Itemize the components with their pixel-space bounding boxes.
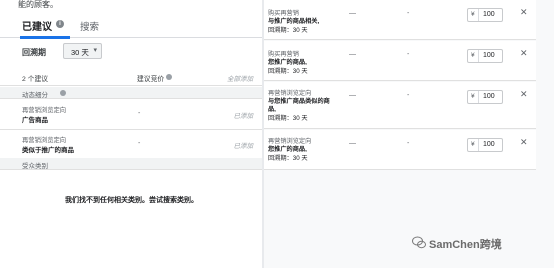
metric-value: — (349, 140, 356, 147)
target-name: 与您推广商品类似的商 (268, 98, 330, 105)
add-all-link[interactable]: 全部添加 (227, 73, 253, 83)
target-name: 您推广的商品, (268, 146, 307, 153)
target-card: 购买再营销 与推广的商品相关, 回溯期：30 天 — - ¥ 100 ✕ (264, 0, 536, 40)
target-name-cont: 品, (268, 106, 276, 113)
item-added-status: 已添加 (233, 143, 254, 150)
app-root: 能的顾客。 已建议 i 搜索 回溯期 30 天 ▾ 2 个建议 建议竞价 全部添… (0, 0, 554, 268)
active-tab-indicator (20, 36, 70, 39)
bid-input[interactable]: ¥ 100 (467, 8, 503, 22)
input-separator (478, 50, 479, 62)
target-lookback: 回溯期：30 天 (268, 155, 308, 162)
item-added-status: 已添加 (233, 113, 254, 120)
metric-value: — (349, 51, 356, 58)
item-bid: - (138, 140, 141, 147)
tab-bar: 已建议 i 搜索 (0, 14, 263, 39)
target-lookback: 回溯期：30 天 (268, 115, 308, 122)
watermark: SamChen跨境 (429, 239, 502, 251)
target-name: 您推广的商品, (268, 59, 307, 66)
list-item: 再营销浏览定向 广告商品 - 已添加 (0, 100, 263, 130)
target-card: 再营销浏览定向 与您推广商品类似的商 品, 回溯期：30 天 — - ¥ 100… (264, 82, 536, 129)
close-icon[interactable]: ✕ (520, 48, 528, 59)
section-dynamic-segments: 动态细分 (0, 87, 263, 99)
suggestions-header: 2 个建议 建议竞价 全部添加 (0, 69, 263, 86)
bid-input[interactable]: ¥ 100 (467, 49, 503, 63)
lookback-label: 回溯期 (22, 48, 46, 57)
section-label: 受众类别 (22, 163, 48, 170)
list-item: 再营销浏览定向 类似于推广的商品 - 已添加 (0, 130, 263, 160)
item-type: 再营销浏览定向 (22, 137, 67, 144)
currency-symbol: ¥ (471, 93, 475, 100)
bid-value: 100 (483, 11, 495, 18)
wechat-icon (412, 236, 426, 249)
chevron-down-icon: ▾ (93, 47, 97, 54)
info-icon[interactable] (60, 90, 66, 96)
target-card: 再营销浏览定向 您推广的商品, 回溯期：30 天 — - ¥ 100 ✕ (264, 130, 536, 170)
item-bid: - (138, 110, 141, 117)
tab-search[interactable]: 搜索 (80, 19, 99, 33)
section-audience-categories: 受众类别 (0, 158, 263, 170)
suggested-bid-header: 建议竞价 (137, 76, 165, 83)
input-separator (478, 9, 479, 21)
item-name: 类似于推广的商品 (22, 147, 74, 154)
target-lookback: 回溯期：30 天 (268, 68, 308, 75)
suggestion-count: 2 个建议 (22, 76, 49, 83)
target-name: 与推广的商品相关, (268, 18, 320, 25)
metric-value: - (407, 92, 410, 99)
currency-symbol: ¥ (471, 11, 475, 18)
close-icon[interactable]: ✕ (520, 137, 528, 148)
added-targets-panel: 购买再营销 与推广的商品相关, 回溯期：30 天 — - ¥ 100 ✕ 购买再… (264, 0, 554, 268)
lookback-value: 30 天 (71, 48, 89, 57)
close-icon[interactable]: ✕ (520, 7, 528, 18)
input-separator (478, 91, 479, 103)
bid-value: 100 (483, 52, 495, 59)
bid-input[interactable]: ¥ 100 (467, 138, 503, 152)
metric-value: - (407, 51, 410, 58)
currency-symbol: ¥ (471, 141, 475, 148)
tab-suggested[interactable]: 已建议 (22, 18, 52, 33)
metric-value: — (349, 10, 356, 17)
section-label: 动态细分 (22, 92, 48, 99)
currency-symbol: ¥ (471, 52, 475, 59)
item-name: 广告商品 (22, 117, 48, 124)
suggestions-panel: 能的顾客。 已建议 i 搜索 回溯期 30 天 ▾ 2 个建议 建议竞价 全部添… (0, 0, 263, 268)
metric-value: - (407, 10, 410, 17)
target-lookback: 回溯期：30 天 (268, 27, 308, 34)
bid-value: 100 (483, 93, 495, 100)
metric-value: - (407, 140, 410, 147)
target-card: 购买再营销 您推广的商品, 回溯期：30 天 — - ¥ 100 ✕ (264, 41, 536, 81)
truncated-description: 能的顾客。 (18, 0, 58, 9)
metric-value: — (349, 92, 356, 99)
info-icon[interactable] (166, 74, 172, 80)
close-icon[interactable]: ✕ (520, 89, 528, 100)
empty-state-message: 我们找不到任何相关类别。尝试搜索类别。 (65, 197, 198, 204)
input-separator (478, 139, 479, 151)
bid-value: 100 (483, 141, 495, 148)
lookback-select[interactable]: 30 天 ▾ (63, 43, 102, 59)
item-type: 再营销浏览定向 (22, 107, 67, 114)
bid-input[interactable]: ¥ 100 (467, 90, 503, 104)
info-icon[interactable]: i (56, 20, 64, 28)
